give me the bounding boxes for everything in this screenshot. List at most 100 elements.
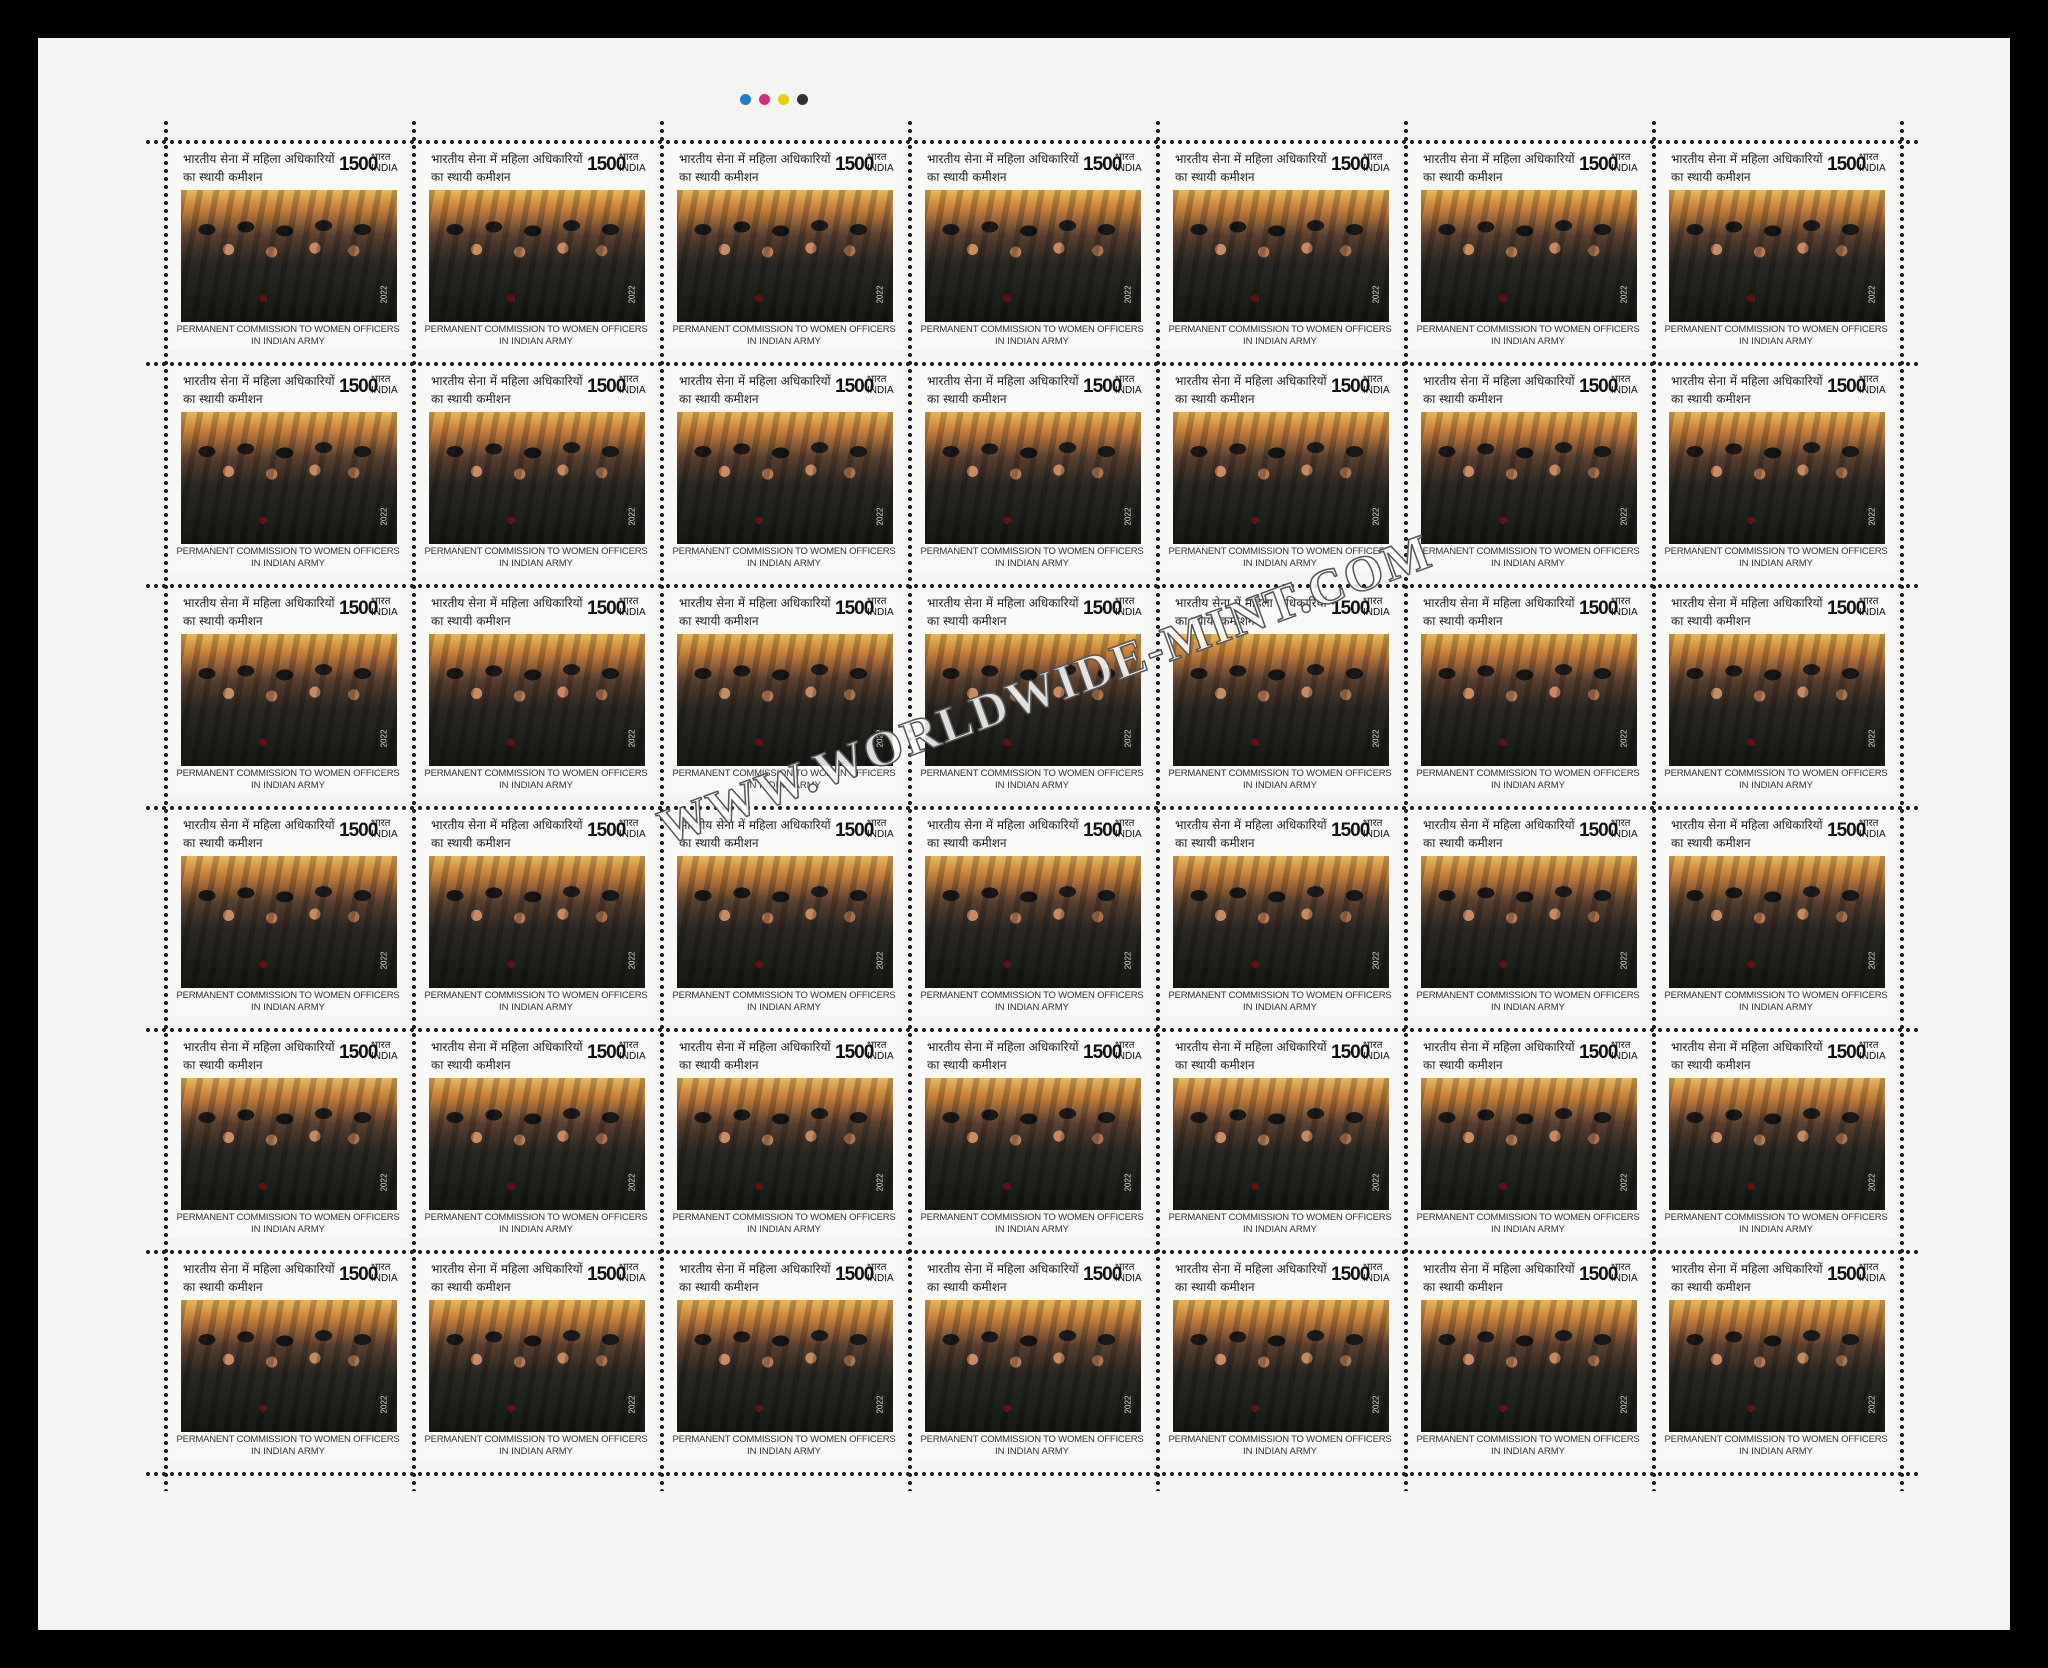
stamp-photo bbox=[1421, 190, 1637, 322]
stamp-year: 2022 bbox=[627, 507, 637, 526]
hindi-title-line1: भारतीय सेना में महिला अधिकारियों bbox=[1671, 152, 1823, 166]
caption-line2: IN INDIAN ARMY bbox=[499, 780, 573, 791]
hindi-title-line2: का स्थायी कमीशन bbox=[1175, 836, 1255, 850]
hindi-title-line2: का स्थायी कमीशन bbox=[927, 1280, 1007, 1294]
hindi-title-line2: का स्थायी कमीशन bbox=[1175, 392, 1255, 406]
country-hindi: भारत bbox=[867, 1262, 887, 1273]
country-hindi: भारत bbox=[1611, 374, 1631, 385]
hindi-title-line2: का स्थायी कमीशन bbox=[1671, 392, 1751, 406]
stamp-photo bbox=[1421, 1300, 1637, 1432]
country-hindi: भारत bbox=[619, 596, 639, 607]
perforation-column bbox=[163, 119, 169, 1491]
stamp-photo bbox=[1669, 856, 1885, 988]
stamp-year: 2022 bbox=[379, 507, 389, 526]
stamp-photo bbox=[1669, 634, 1885, 766]
country-name: भारत INDIA bbox=[867, 1040, 894, 1062]
stamp: भारतीय सेना में महिला अधिकारियों का स्था… bbox=[1409, 144, 1647, 350]
stamp-year: 2022 bbox=[1867, 1173, 1877, 1192]
registration-dots bbox=[740, 94, 808, 105]
stamp: भारतीय सेना में महिला अधिकारियों का स्था… bbox=[169, 1254, 407, 1460]
caption-line1: PERMANENT COMMISSION TO WOMEN OFFICERS bbox=[1664, 1434, 1888, 1445]
country-english: INDIA bbox=[1611, 1273, 1638, 1284]
stamp-photo bbox=[677, 1078, 893, 1210]
country-english: INDIA bbox=[1115, 385, 1142, 396]
stamp: भारतीय सेना में महिला अधिकारियों का स्था… bbox=[1161, 1254, 1399, 1460]
country-english: INDIA bbox=[1611, 163, 1638, 174]
hindi-title-line2: का स्थायी कमीशन bbox=[431, 1280, 511, 1294]
caption-line2: IN INDIAN ARMY bbox=[1739, 1224, 1813, 1235]
caption-line1: PERMANENT COMMISSION TO WOMEN OFFICERS bbox=[1664, 1212, 1888, 1223]
country-english: INDIA bbox=[867, 385, 894, 396]
hindi-title-line1: भारतीय सेना में महिला अधिकारियों bbox=[183, 596, 335, 610]
stamp: भारतीय सेना में महिला अधिकारियों का स्था… bbox=[1409, 1032, 1647, 1238]
country-hindi: भारत bbox=[1363, 1040, 1383, 1051]
country-english: INDIA bbox=[867, 1273, 894, 1284]
stamp-photo bbox=[1173, 412, 1389, 544]
caption-line2: IN INDIAN ARMY bbox=[995, 558, 1069, 569]
caption-line1: PERMANENT COMMISSION TO WOMEN OFFICERS bbox=[424, 768, 648, 779]
stamp: भारतीय सेना में महिला अधिकारियों का स्था… bbox=[417, 144, 655, 350]
stamp-photo bbox=[181, 856, 397, 988]
country-name: भारत INDIA bbox=[1363, 1262, 1390, 1284]
hindi-title-line1: भारतीय सेना में महिला अधिकारियों bbox=[1671, 374, 1823, 388]
country-hindi: भारत bbox=[1363, 818, 1383, 829]
country-english: INDIA bbox=[1115, 607, 1142, 618]
stamp-photo bbox=[1173, 1078, 1389, 1210]
country-name: भारत INDIA bbox=[619, 818, 646, 840]
country-hindi: भारत bbox=[867, 818, 887, 829]
caption-line1: PERMANENT COMMISSION TO WOMEN OFFICERS bbox=[672, 990, 896, 1001]
stamp-year: 2022 bbox=[379, 951, 389, 970]
hindi-title-line1: भारतीय सेना में महिला अधिकारियों bbox=[1671, 1262, 1823, 1276]
caption-line2: IN INDIAN ARMY bbox=[1491, 558, 1565, 569]
country-hindi: भारत bbox=[619, 374, 639, 385]
country-hindi: भारत bbox=[1115, 1040, 1135, 1051]
stamp-year: 2022 bbox=[1371, 507, 1381, 526]
stamp-year: 2022 bbox=[627, 729, 637, 748]
caption-line1: PERMANENT COMMISSION TO WOMEN OFFICERS bbox=[1416, 546, 1640, 557]
stamp-year: 2022 bbox=[1371, 1173, 1381, 1192]
caption-line1: PERMANENT COMMISSION TO WOMEN OFFICERS bbox=[424, 1434, 648, 1445]
country-name: भारत INDIA bbox=[371, 596, 398, 618]
stamp-year: 2022 bbox=[627, 1395, 637, 1414]
caption-line1: PERMANENT COMMISSION TO WOMEN OFFICERS bbox=[1664, 768, 1888, 779]
hindi-title-line2: का स्थायी कमीशन bbox=[679, 170, 759, 184]
country-hindi: भारत bbox=[1115, 152, 1135, 163]
country-name: भारत INDIA bbox=[867, 818, 894, 840]
caption-line2: IN INDIAN ARMY bbox=[499, 558, 573, 569]
country-name: भारत INDIA bbox=[1859, 818, 1886, 840]
stamp-photo bbox=[1669, 190, 1885, 322]
caption-line1: PERMANENT COMMISSION TO WOMEN OFFICERS bbox=[1664, 324, 1888, 335]
caption-line1: PERMANENT COMMISSION TO WOMEN OFFICERS bbox=[176, 546, 400, 557]
caption-line2: IN INDIAN ARMY bbox=[747, 1002, 821, 1013]
caption-line1: PERMANENT COMMISSION TO WOMEN OFFICERS bbox=[1168, 324, 1392, 335]
country-name: भारत INDIA bbox=[1115, 818, 1142, 840]
caption-line2: IN INDIAN ARMY bbox=[499, 336, 573, 347]
stamp-year: 2022 bbox=[875, 1395, 885, 1414]
stamp-year: 2022 bbox=[1371, 285, 1381, 304]
hindi-title-line1: भारतीय सेना में महिला अधिकारियों bbox=[431, 1040, 583, 1054]
hindi-title-line2: का स्थायी कमीशन bbox=[183, 170, 263, 184]
stamp: भारतीय सेना में महिला अधिकारियों का स्था… bbox=[913, 144, 1151, 350]
country-hindi: भारत bbox=[371, 1040, 391, 1051]
country-hindi: भारत bbox=[371, 152, 391, 163]
stamp-photo bbox=[181, 634, 397, 766]
perforation-column bbox=[1899, 119, 1905, 1491]
hindi-title-line1: भारतीय सेना में महिला अधिकारियों bbox=[1671, 1040, 1823, 1054]
country-name: भारत INDIA bbox=[1115, 1040, 1142, 1062]
country-name: भारत INDIA bbox=[1363, 1040, 1390, 1062]
caption-line1: PERMANENT COMMISSION TO WOMEN OFFICERS bbox=[1664, 990, 1888, 1001]
stamp: भारतीय सेना में महिला अधिकारियों का स्था… bbox=[665, 1032, 903, 1238]
country-hindi: भारत bbox=[371, 374, 391, 385]
country-english: INDIA bbox=[1363, 1273, 1390, 1284]
country-english: INDIA bbox=[1363, 607, 1390, 618]
stamp: भारतीय सेना में महिला अधिकारियों का स्था… bbox=[169, 588, 407, 794]
hindi-title-line2: का स्थायी कमीशन bbox=[927, 170, 1007, 184]
hindi-title-line1: भारतीय सेना में महिला अधिकारियों bbox=[1671, 818, 1823, 832]
caption-line2: IN INDIAN ARMY bbox=[499, 1002, 573, 1013]
hindi-title-line2: का स्थायी कमीशन bbox=[1671, 170, 1751, 184]
country-name: भारत INDIA bbox=[1115, 152, 1142, 174]
country-english: INDIA bbox=[1115, 163, 1142, 174]
country-english: INDIA bbox=[1363, 163, 1390, 174]
hindi-title-line1: भारतीय सेना में महिला अधिकारियों bbox=[431, 152, 583, 166]
caption-line2: IN INDIAN ARMY bbox=[747, 336, 821, 347]
